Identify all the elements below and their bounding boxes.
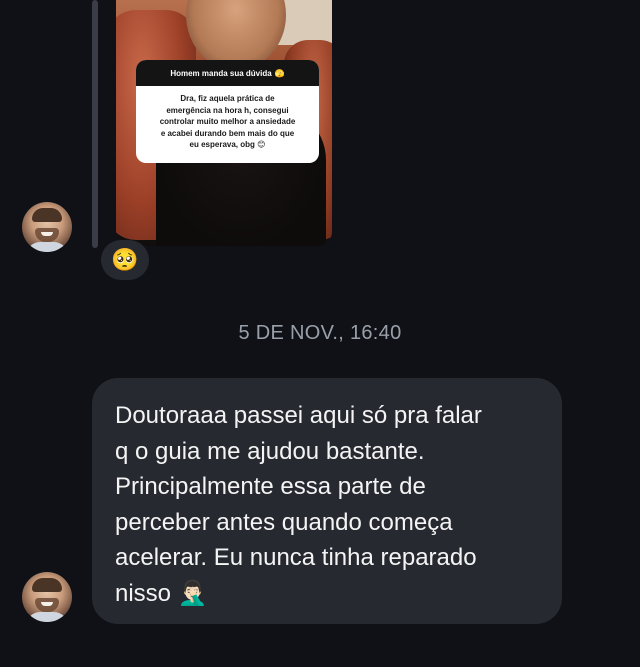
message-line: nisso 🤦🏻‍♂️ [115, 579, 208, 607]
message-line: acelerar. Eu nunca tinha reparado [115, 544, 477, 571]
avatar-hair [32, 578, 62, 592]
question-answer-text: Dra, fiz aquela prática de emergência na… [136, 86, 319, 158]
story-reply-card[interactable]: Homem manda sua dúvida 🫣 Dra, fiz aquela… [116, 0, 332, 246]
avatar-shirt [26, 612, 68, 622]
sender-avatar[interactable] [22, 572, 72, 622]
pleading-face-icon: 🥺 [111, 247, 139, 272]
question-line: emergência na hora h, consegui [166, 105, 289, 115]
message-timestamp: 5 DE NOV., 16:40 [238, 322, 402, 344]
message-line: Doutoraaa passei aqui só pra falar [115, 402, 482, 429]
sender-avatar[interactable] [22, 202, 72, 252]
question-header-text: Homem manda sua dúvida [170, 68, 272, 78]
reaction-bubble[interactable]: 🥺 [101, 240, 149, 280]
reply-indicator-bar [92, 0, 98, 248]
message-line: q o guia me ajudou bastante. [115, 437, 425, 465]
message-bubble[interactable]: Doutoraaa passei aqui só pra falar q o g… [92, 378, 562, 624]
message-line: Principalmente essa parte de [115, 473, 426, 500]
avatar-hair [32, 208, 62, 222]
story-question-sticker: Homem manda sua dúvida 🫣 Dra, fiz aquela… [136, 60, 319, 163]
avatar-shirt [26, 242, 68, 252]
message-line: perceber antes quando começa [115, 508, 453, 536]
question-header: Homem manda sua dúvida 🫣 [136, 60, 319, 86]
question-line: eu esperava, obg 😊 [189, 140, 266, 149]
peeking-face-icon: 🫣 [274, 68, 285, 78]
question-line: Dra, fiz aquela prática de [180, 94, 275, 103]
question-line: e acabei durando bem mais do que [160, 128, 295, 138]
question-line: controlar muito melhor a ansiedade [159, 117, 296, 126]
